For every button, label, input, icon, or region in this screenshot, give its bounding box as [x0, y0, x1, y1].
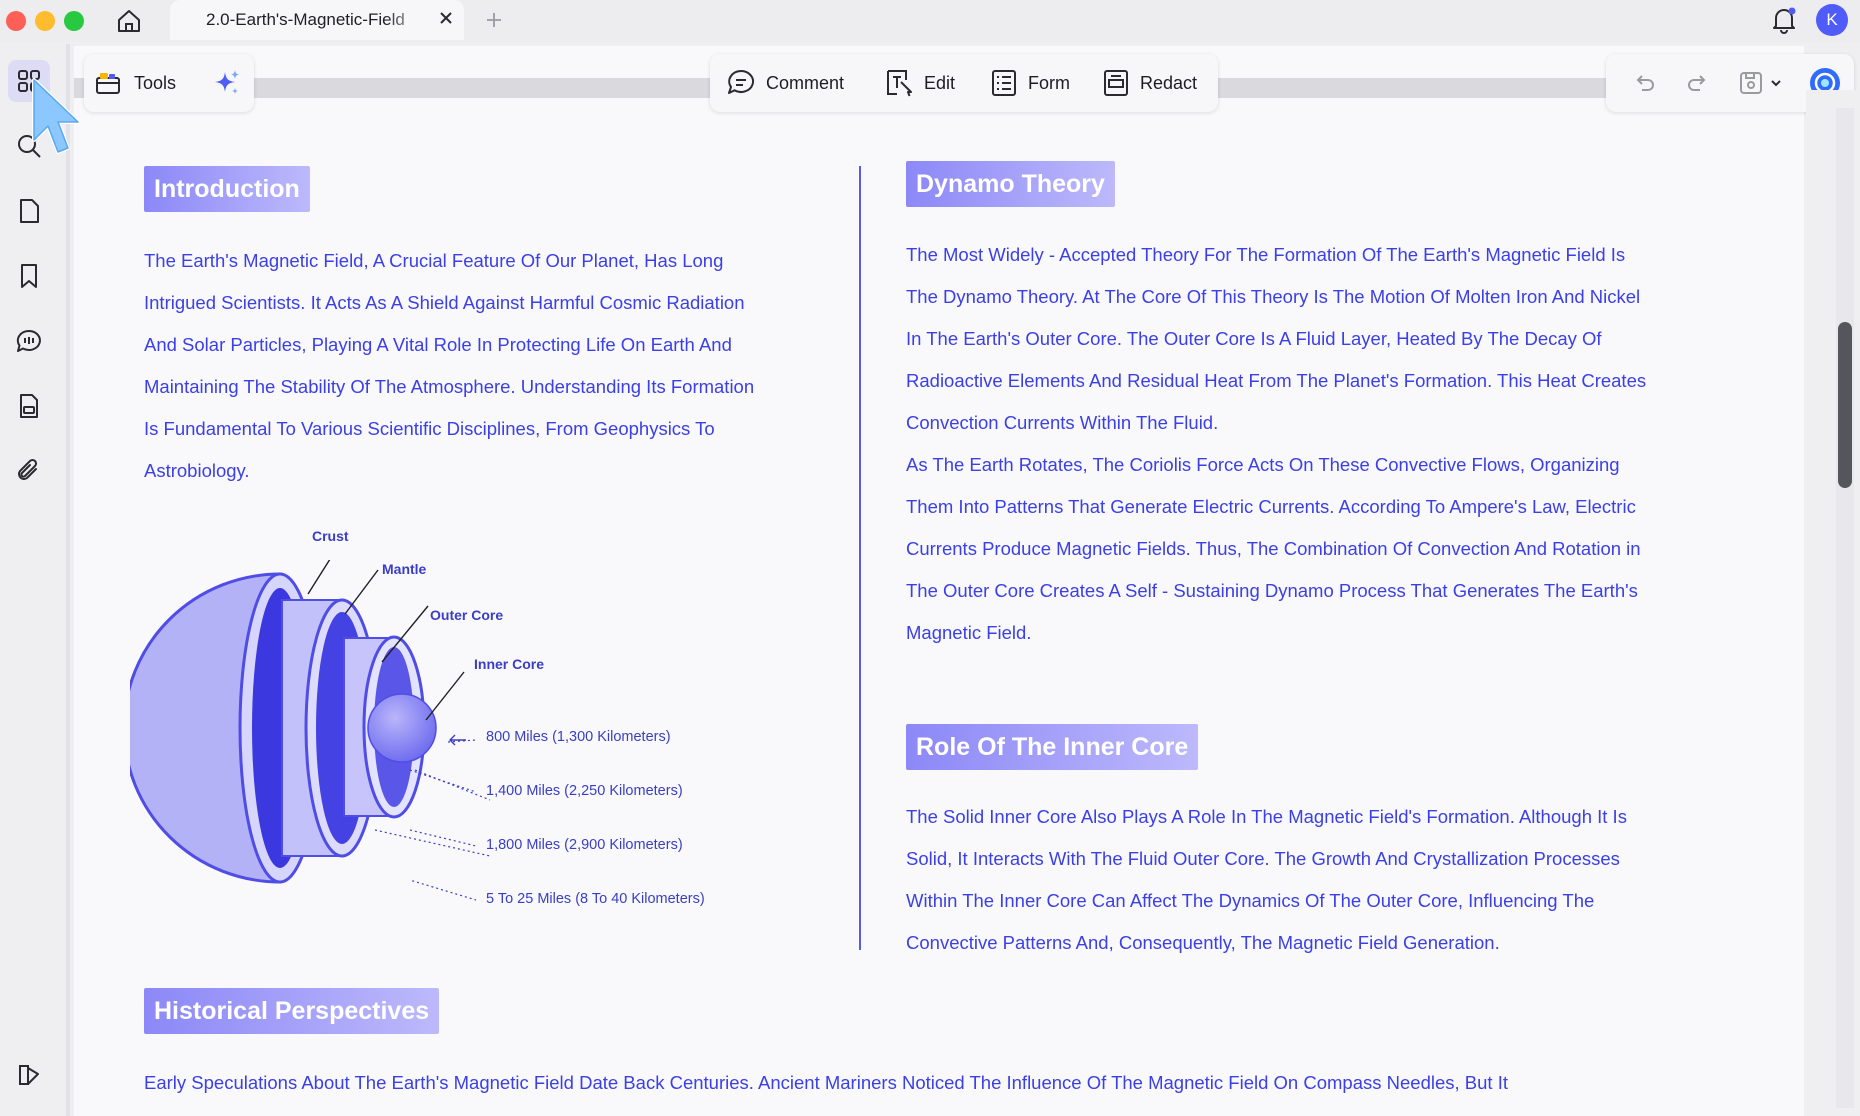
inner-core-heading: Role Of The Inner Core — [906, 724, 1199, 770]
zoom-window-button[interactable] — [64, 11, 84, 31]
save-button[interactable] — [1734, 66, 1768, 100]
form-icon — [992, 70, 1016, 96]
measurement-label: 1,800 Miles (2,900 Kilometers) — [486, 837, 683, 853]
document-tab[interactable]: 2.0-Earth's-Magnetic-Field — [170, 0, 464, 40]
tools-label: Tools — [134, 72, 177, 93]
text-line: Convection Currents Within The Fluid. — [906, 412, 1219, 433]
tools-button[interactable]: Tools — [94, 66, 176, 100]
layers-icon — [19, 1065, 39, 1085]
arrow-left-icon — [449, 734, 466, 746]
comments-icon — [16, 329, 41, 352]
inner-core-paragraph: The Solid Inner Core Also Plays A Role I… — [906, 796, 1786, 964]
form-label: Form — [1028, 72, 1070, 93]
mantle-label: Mantle — [382, 561, 427, 577]
text-line: In The Earth's Outer Core. The Outer Cor… — [906, 328, 1602, 349]
close-window-button[interactable] — [6, 11, 26, 31]
dynamo-theory-heading: Dynamo Theory — [906, 161, 1115, 207]
home-icon — [118, 10, 140, 32]
sidebar-item-comments[interactable] — [8, 320, 50, 362]
sidebar-divider — [66, 44, 70, 1116]
redact-label: Redact — [1140, 72, 1198, 93]
home-button[interactable] — [114, 6, 144, 36]
text-line: Solid, It Interacts With The Fluid Outer… — [906, 848, 1620, 869]
text-line: The Outer Core Creates A Self - Sustaini… — [906, 580, 1638, 601]
column-divider — [859, 166, 861, 950]
sidebar-item-stamps[interactable] — [8, 385, 50, 427]
save-options-dropdown[interactable] — [1766, 66, 1786, 100]
plus-icon — [487, 13, 501, 27]
close-icon — [440, 12, 452, 24]
text-line: Radioactive Elements And Residual Heat F… — [906, 370, 1647, 391]
text-line: Early Speculations About The Earth's Mag… — [144, 1072, 1508, 1093]
comment-button[interactable]: Comment — [726, 66, 844, 100]
left-sidebar — [0, 44, 66, 1116]
text-line: Convective Patterns And, Consequently, T… — [906, 932, 1500, 953]
historical-paragraph: Early Speculations About The Earth's Mag… — [144, 1062, 1784, 1104]
mouse-pointer-icon — [32, 78, 80, 154]
redact-icon — [1104, 70, 1128, 96]
measurement-label: 5 To 25 Miles (8 To 40 Kilometers) — [486, 891, 705, 907]
text-line: And Solar Particles, Playing A Vital Rol… — [144, 334, 732, 355]
measurement-label: 1,400 Miles (2,250 Kilometers) — [486, 783, 683, 799]
comment-label: Comment — [766, 72, 845, 93]
bookmark-icon — [21, 264, 37, 288]
avatar[interactable]: K — [1816, 4, 1848, 36]
text-line: As The Earth Rotates, The Coriolis Force… — [906, 454, 1620, 475]
text-line: Them Into Patterns That Generate Electri… — [906, 496, 1636, 517]
outer-core-label: Outer Core — [430, 607, 504, 623]
crust-label: Crust — [312, 528, 349, 544]
text-line: The Solid Inner Core Also Plays A Role I… — [906, 806, 1627, 827]
edit-button[interactable]: Edit — [884, 66, 955, 100]
introduction-heading: Introduction — [144, 166, 310, 212]
text-line: The Dynamo Theory. At The Core Of This T… — [906, 286, 1641, 307]
text-line: Within The Inner Core Can Affect The Dyn… — [906, 890, 1595, 911]
edit-text-icon — [887, 70, 912, 97]
undo-button[interactable] — [1628, 66, 1662, 100]
sidebar-item-pages[interactable] — [8, 190, 50, 232]
text-line: Intrigued Scientists. It Acts As A Shiel… — [144, 292, 745, 313]
tools-toolbar: Tools — [84, 54, 254, 112]
toolbox-icon — [96, 73, 120, 94]
notifications-button[interactable] — [1768, 4, 1800, 36]
save-icon — [1740, 72, 1762, 94]
introduction-paragraph: The Earth's Magnetic Field, A Crucial Fe… — [144, 240, 824, 492]
measurement-label: 800 Miles (1,300 Kilometers) — [486, 729, 671, 745]
sidebar-item-layers[interactable] — [8, 1054, 50, 1096]
comment-icon — [728, 69, 755, 94]
sidebar-item-attachments[interactable] — [8, 450, 50, 492]
form-button[interactable]: Form — [990, 66, 1070, 100]
dotted-leaders — [410, 769, 477, 901]
inner-core-label: Inner Core — [474, 656, 545, 672]
text-line: The Most Widely - Accepted Theory For Th… — [906, 244, 1626, 265]
stamp-icon — [20, 394, 38, 418]
dynamo-theory-paragraph: The Most Widely - Accepted Theory For Th… — [906, 234, 1786, 654]
tab-close-button[interactable] — [436, 8, 456, 28]
undo-icon — [1636, 75, 1654, 91]
redo-button[interactable] — [1680, 66, 1714, 100]
text-line: The Earth's Magnetic Field, A Crucial Fe… — [144, 250, 724, 271]
page-icon — [20, 199, 39, 223]
bell-icon — [1773, 7, 1796, 34]
redo-icon — [1688, 75, 1706, 91]
scrollbar-rail[interactable] — [1836, 108, 1854, 1108]
text-line: Is Fundamental To Various Scientific Dis… — [144, 418, 715, 439]
text-line: Astrobiology. — [144, 460, 250, 481]
edit-toolbar: Comment Edit Form Redact — [710, 54, 1218, 112]
ai-assistant-button[interactable] — [210, 66, 244, 100]
historical-heading: Historical Perspectives — [144, 988, 440, 1034]
new-tab-button[interactable] — [482, 6, 506, 34]
sparkle-icon — [215, 70, 239, 94]
text-line: Magnetic Field. — [906, 622, 1032, 643]
sidebar-item-bookmarks[interactable] — [8, 255, 50, 297]
attachment-icon — [18, 458, 38, 480]
tab-title: 2.0-Earth's-Magnetic-Field — [206, 10, 405, 29]
title-bar: 2.0-Earth's-Magnetic-Field K — [0, 0, 1860, 42]
text-line: Currents Produce Magnetic Fields. Thus, … — [906, 538, 1641, 559]
edit-label: Edit — [924, 72, 956, 93]
minimize-window-button[interactable] — [35, 11, 55, 31]
scrollbar-thumb[interactable] — [1838, 322, 1852, 488]
chevron-down-icon — [1771, 80, 1781, 87]
redact-button[interactable]: Redact — [1102, 66, 1197, 100]
text-line: Maintaining The Stability Of The Atmosph… — [144, 376, 755, 397]
